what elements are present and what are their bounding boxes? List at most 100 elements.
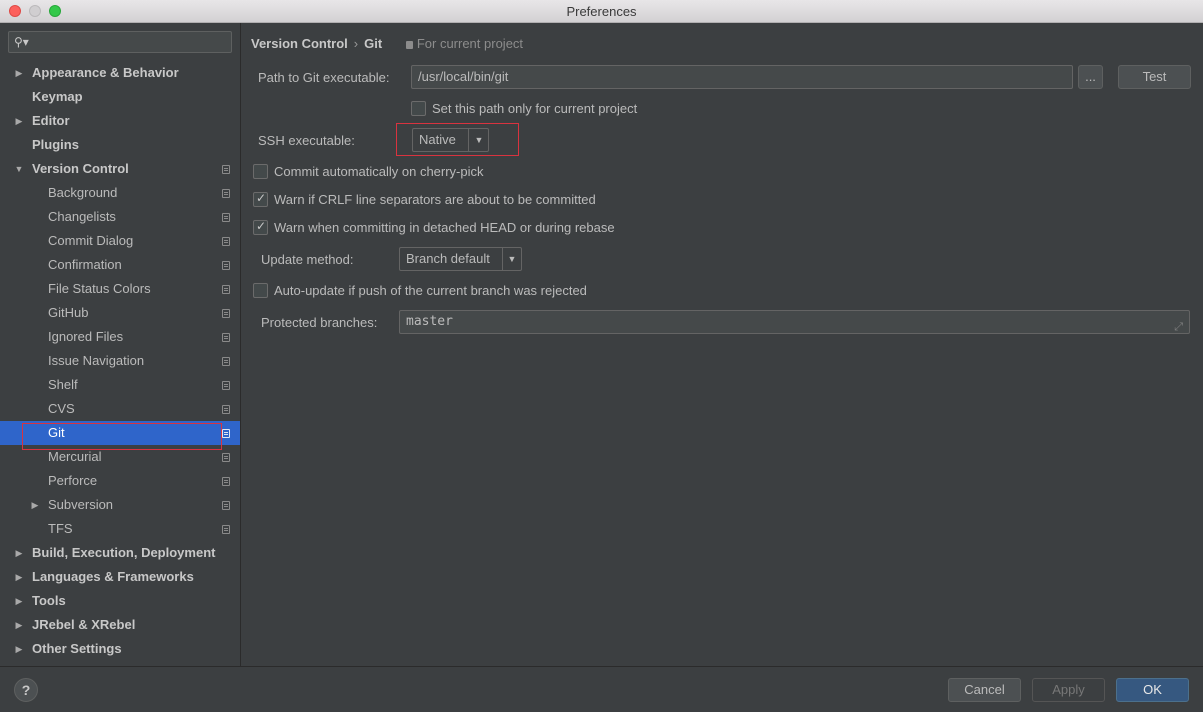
sidebar-item-label: Version Control xyxy=(32,161,129,176)
warn-crlf-label: Warn if CRLF line separators are about t… xyxy=(274,192,596,207)
warn-crlf-checkbox[interactable]: ✓ xyxy=(253,191,268,207)
scope-label: For current project xyxy=(416,36,524,51)
sidebar-item-issue-navigation[interactable]: Issue Navigation xyxy=(0,349,240,373)
help-button[interactable]: ? xyxy=(14,678,38,702)
sidebar-item-background[interactable]: Background xyxy=(0,181,240,205)
sidebar-item-label: TFS xyxy=(48,521,73,536)
path-only-project-checkbox[interactable] xyxy=(411,101,426,116)
sidebar-item-label: Ignored Files xyxy=(48,329,124,344)
sidebar-item-subversion[interactable]: ▶ Subversion xyxy=(0,493,240,517)
search-icon: ⚲▾ xyxy=(14,35,29,49)
chevron-right-icon[interactable]: ▶ xyxy=(13,613,25,637)
sidebar-item-label: Plugins xyxy=(32,137,79,152)
git-path-label: Path to Git executable: xyxy=(258,70,390,85)
cancel-button[interactable]: Cancel xyxy=(948,678,1021,702)
sidebar-item-plugins[interactable]: Plugins xyxy=(0,133,240,157)
ssh-executable-label: SSH executable: xyxy=(258,133,355,148)
sidebar-item-github[interactable]: GitHub xyxy=(0,301,240,325)
update-method-label: Update method: xyxy=(261,252,354,267)
chevron-down-icon[interactable]: ▼ xyxy=(13,157,25,181)
project-icon xyxy=(222,405,230,414)
sidebar-item-git[interactable]: Git xyxy=(0,421,240,445)
chevron-down-icon: ▼ xyxy=(474,135,484,145)
sidebar-item-changelists[interactable]: Changelists xyxy=(0,205,240,229)
expand-icon[interactable]: ⤢ xyxy=(1174,316,1183,338)
project-icon xyxy=(222,213,230,222)
sidebar-item-commit-dialog[interactable]: Commit Dialog xyxy=(0,229,240,253)
project-scope-icon xyxy=(405,41,413,49)
sidebar-item-keymap[interactable]: Keymap xyxy=(0,85,240,109)
sidebar-item-perforce[interactable]: Perforce xyxy=(0,469,240,493)
sidebar-item-label: Tools xyxy=(32,593,66,608)
test-button[interactable]: Test xyxy=(1118,65,1191,89)
sidebar-item-appearance-behavior[interactable]: ▶ Appearance & Behavior xyxy=(0,61,240,85)
project-icon xyxy=(222,165,230,174)
project-icon xyxy=(222,237,230,246)
sidebar-item-build-execution-deployment[interactable]: ▶ Build, Execution, Deployment xyxy=(0,541,240,565)
sidebar-item-label: Git xyxy=(48,425,65,440)
chevron-right-icon[interactable]: ▶ xyxy=(13,61,25,85)
sidebar-item-editor[interactable]: ▶ Editor xyxy=(0,109,240,133)
update-method-select[interactable]: Branch default ▼ xyxy=(399,247,522,271)
sidebar-item-label: JRebel & XRebel xyxy=(32,617,136,632)
sidebar-item-file-status-colors[interactable]: File Status Colors xyxy=(0,277,240,301)
protected-branches-label: Protected branches: xyxy=(261,315,378,330)
chevron-right-icon[interactable]: ▶ xyxy=(13,109,25,133)
breadcrumb-parent[interactable]: Version Control xyxy=(251,36,348,51)
auto-update-checkbox[interactable] xyxy=(253,283,268,298)
settings-search-input[interactable]: ⚲▾ xyxy=(8,31,232,53)
breadcrumb-current: Git xyxy=(364,36,383,51)
sidebar-item-shelf[interactable]: Shelf xyxy=(0,373,240,397)
sidebar-item-confirmation[interactable]: Confirmation xyxy=(0,253,240,277)
sidebar-item-languages-frameworks[interactable]: ▶ Languages & Frameworks xyxy=(0,565,240,589)
sidebar-item-other-settings[interactable]: ▶ Other Settings xyxy=(0,637,240,661)
sidebar-item-label: Commit Dialog xyxy=(48,233,134,248)
protected-branches-input[interactable]: master ⤢ xyxy=(399,310,1190,334)
sidebar-item-version-control[interactable]: ▼ Version Control xyxy=(0,157,240,181)
breadcrumb-separator: › xyxy=(353,36,359,51)
window-title: Preferences xyxy=(566,4,637,19)
git-path-input[interactable]: /usr/local/bin/git xyxy=(411,65,1073,89)
commit-cherry-pick-checkbox[interactable] xyxy=(253,164,268,179)
sidebar-item-label: Appearance & Behavior xyxy=(32,65,179,80)
project-icon xyxy=(222,477,230,486)
path-only-project-label: Set this path only for current project xyxy=(432,101,638,116)
sidebar-item-label: Changelists xyxy=(48,209,116,224)
chevron-down-icon: ▼ xyxy=(507,254,517,264)
warn-detached-label: Warn when committing in detached HEAD or… xyxy=(274,220,615,235)
checkmark-icon: ✓ xyxy=(256,219,267,233)
ssh-executable-value: Native xyxy=(419,132,456,147)
apply-button[interactable]: Apply xyxy=(1032,678,1105,702)
git-settings-panel: Version Control › Git For current project … xyxy=(242,23,1203,666)
project-icon xyxy=(222,381,230,390)
sidebar-item-jrebel-xrebel[interactable]: ▶ JRebel & XRebel xyxy=(0,613,240,637)
title-bar: Preferences xyxy=(0,0,1203,23)
chevron-right-icon[interactable]: ▶ xyxy=(13,565,25,589)
project-icon xyxy=(222,501,230,510)
sidebar-item-label: CVS xyxy=(48,401,75,416)
sidebar-item-label: Other Settings xyxy=(32,641,122,656)
project-icon xyxy=(222,309,230,318)
sidebar-item-label: File Status Colors xyxy=(48,281,151,296)
update-method-value: Branch default xyxy=(406,251,490,266)
chevron-right-icon[interactable]: ▶ xyxy=(13,589,25,613)
warn-detached-checkbox[interactable]: ✓ xyxy=(253,219,268,235)
chevron-right-icon[interactable]: ▶ xyxy=(13,637,25,661)
settings-sidebar: ⚲▾ ▶ Appearance & Behavior Keymap ▶ Editor Pl… xyxy=(0,23,241,666)
chevron-right-icon[interactable]: ▶ xyxy=(29,493,41,517)
ok-button[interactable]: OK xyxy=(1116,678,1189,702)
ssh-executable-select[interactable]: Native ▼ xyxy=(412,128,489,152)
project-icon xyxy=(222,333,230,342)
chevron-right-icon[interactable]: ▶ xyxy=(13,541,25,565)
sidebar-item-tfs[interactable]: TFS xyxy=(0,517,240,541)
sidebar-item-label: Shelf xyxy=(48,377,78,392)
project-icon xyxy=(222,429,230,438)
sidebar-item-cvs[interactable]: CVS xyxy=(0,397,240,421)
sidebar-item-label: Build, Execution, Deployment xyxy=(32,545,216,560)
commit-cherry-pick-label: Commit automatically on cherry-pick xyxy=(274,164,484,179)
sidebar-item-mercurial[interactable]: Mercurial xyxy=(0,445,240,469)
browse-button[interactable]: ... xyxy=(1078,65,1103,89)
sidebar-item-ignored-files[interactable]: Ignored Files xyxy=(0,325,240,349)
sidebar-item-tools[interactable]: ▶ Tools xyxy=(0,589,240,613)
sidebar-item-label: GitHub xyxy=(48,305,89,320)
